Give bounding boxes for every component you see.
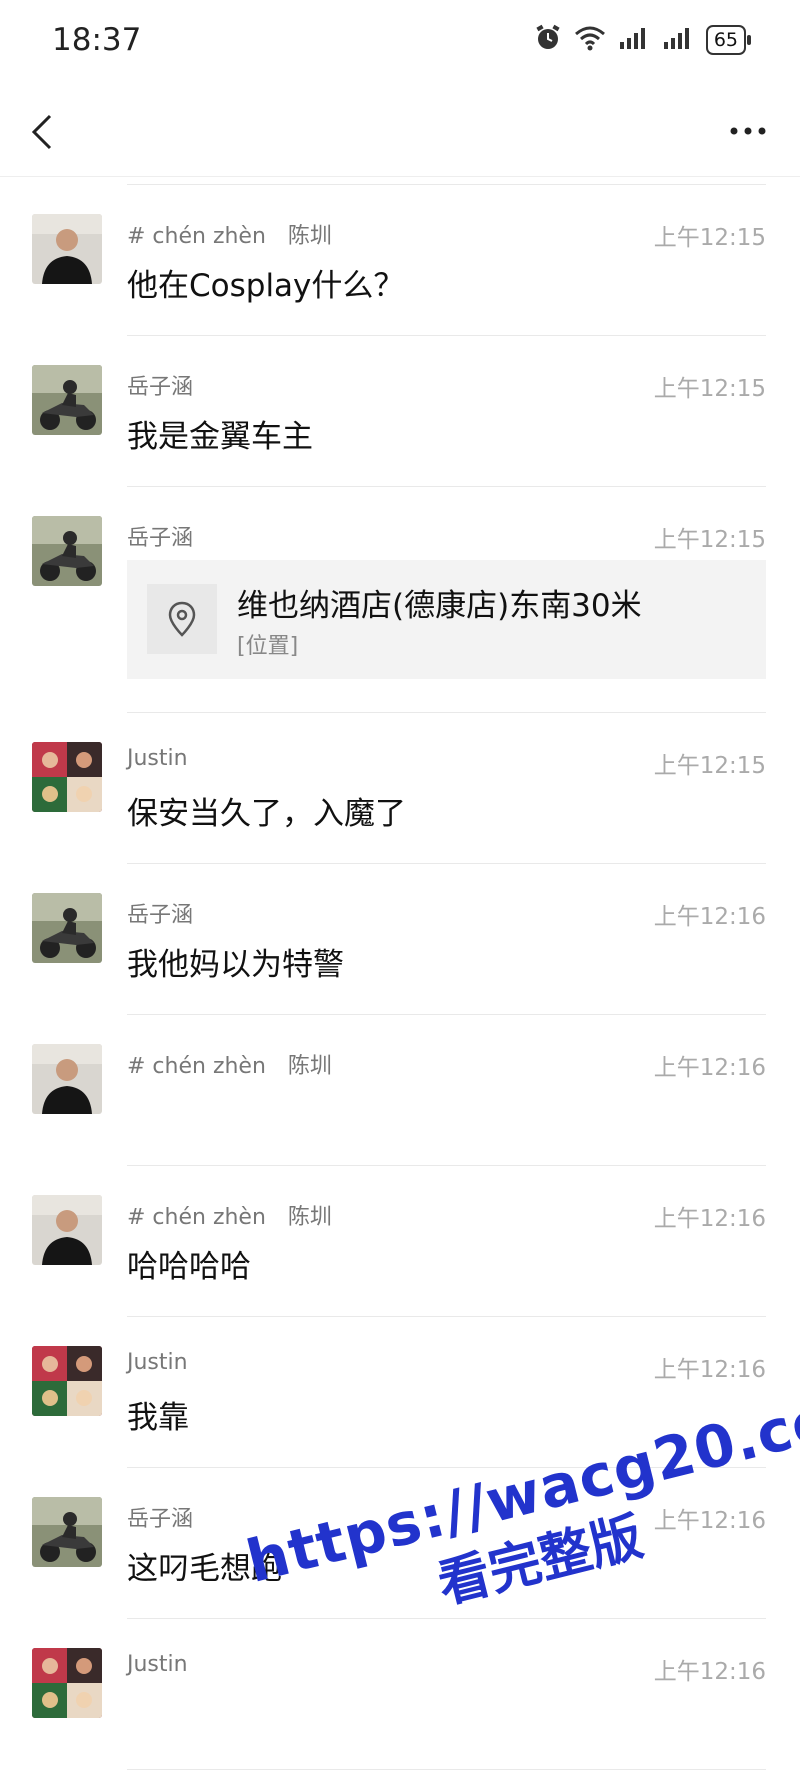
message-divider	[127, 486, 766, 487]
watermark-url: https://wacg20.com	[240, 1369, 800, 1596]
sender-name: Justin	[127, 1350, 188, 1375]
message-divider	[127, 1467, 766, 1468]
signal-icon-2	[662, 26, 694, 54]
sender-name: # chén zhèn 陈圳	[127, 1054, 332, 1079]
motorbike-avatar[interactable]	[32, 893, 102, 963]
sender-name: 岳子涵	[127, 903, 194, 928]
message-text: 保安当久了，入魔了	[127, 796, 406, 832]
sender-name: # chén zhèn 陈圳	[127, 224, 332, 249]
message-divider	[127, 1316, 766, 1317]
motorbike-avatar[interactable]	[32, 516, 102, 586]
anime-avatar[interactable]	[32, 1648, 102, 1718]
message-time: 上午12:15	[653, 376, 766, 402]
message-divider	[127, 1014, 766, 1015]
battery-icon: 65	[705, 25, 752, 55]
message-text: 这叼毛想跑	[127, 1551, 282, 1587]
message-divider	[127, 1618, 766, 1619]
man-avatar[interactable]	[32, 1195, 102, 1265]
location-card[interactable]: 维也纳酒店(德康店)东南30米 [位置]	[127, 560, 766, 679]
status-icons: 65	[534, 24, 752, 56]
message-divider	[127, 335, 766, 336]
message-divider	[127, 1769, 766, 1770]
sender-name: # chén zhèn 陈圳	[127, 1205, 332, 1230]
sender-name: 岳子涵	[127, 375, 194, 400]
message-time: 上午12:16	[653, 904, 766, 930]
message-time: 上午12:16	[653, 1659, 766, 1685]
sender-name: Justin	[127, 746, 188, 771]
top-divider	[127, 184, 766, 185]
message-divider	[127, 1165, 766, 1166]
message-time: 上午12:15	[653, 753, 766, 779]
signal-icon-1	[618, 26, 650, 54]
message-text: 我他妈以为特警	[127, 947, 344, 983]
message-time: 上午12:15	[653, 527, 766, 553]
message-time: 上午12:16	[653, 1357, 766, 1383]
message-time: 上午12:16	[653, 1055, 766, 1081]
man-avatar[interactable]	[32, 214, 102, 284]
nav-bar	[0, 86, 800, 177]
message-text: 他在Cosplay什么？	[127, 268, 405, 304]
more-options-icon[interactable]	[724, 116, 772, 146]
location-subtitle: [位置]	[237, 634, 299, 659]
message-time: 上午12:16	[653, 1206, 766, 1232]
message-time: 上午12:16	[653, 1508, 766, 1534]
message-divider	[127, 712, 766, 713]
anime-avatar[interactable]	[32, 1346, 102, 1416]
message-text: 我靠	[127, 1400, 189, 1436]
sender-name: 岳子涵	[127, 526, 194, 551]
sender-name: 岳子涵	[127, 1507, 194, 1532]
motorbike-avatar[interactable]	[32, 1497, 102, 1567]
anime-avatar[interactable]	[32, 742, 102, 812]
location-title: 维也纳酒店(德康店)东南30米	[237, 588, 642, 624]
motorbike-avatar[interactable]	[32, 365, 102, 435]
man-avatar[interactable]	[32, 1044, 102, 1114]
wifi-icon	[574, 25, 606, 55]
back-icon[interactable]	[26, 110, 60, 154]
message-text: 哈哈哈哈	[127, 1249, 251, 1285]
message-divider	[127, 863, 766, 864]
message-time: 上午12:15	[653, 225, 766, 251]
alarm-icon	[534, 24, 562, 56]
status-bar: 18:37 65	[0, 0, 800, 86]
message-text: 我是金翼车主	[127, 419, 313, 455]
location-pin-icon	[147, 584, 217, 654]
status-time: 18:37	[52, 22, 142, 58]
sender-name: Justin	[127, 1652, 188, 1677]
